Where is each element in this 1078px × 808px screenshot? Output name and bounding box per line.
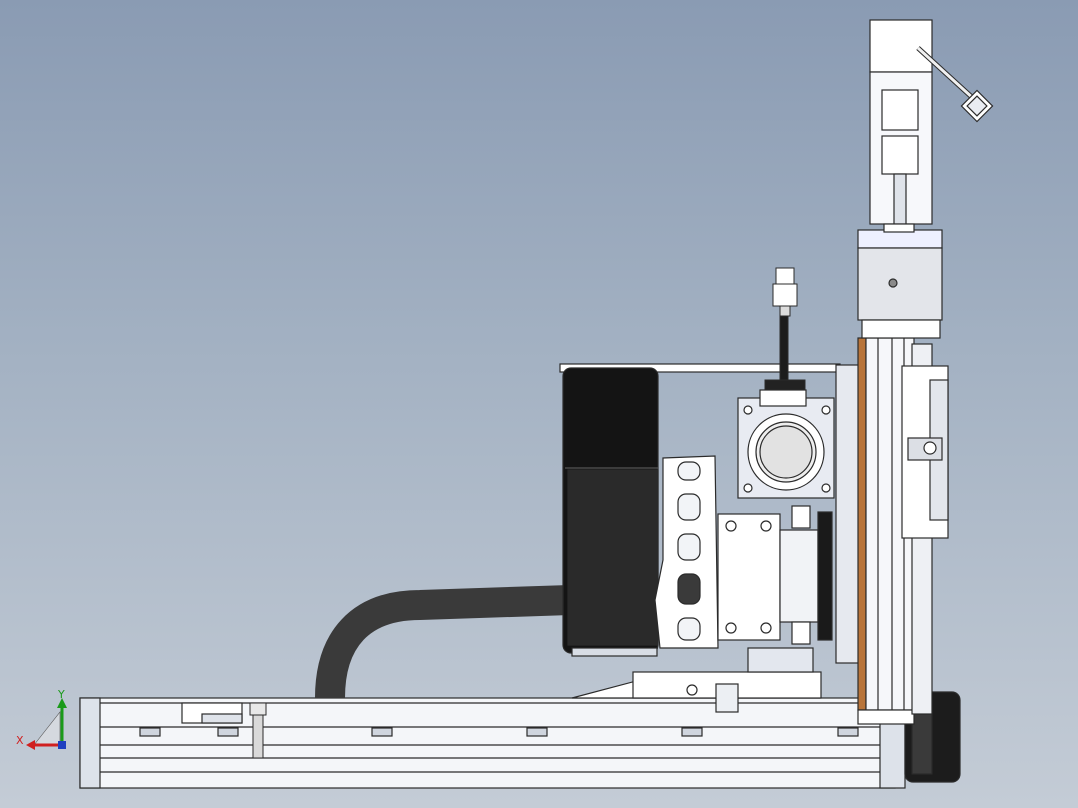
base-rail — [79, 697, 906, 789]
z-axis-marker — [58, 741, 66, 749]
slotted-bracket — [654, 455, 719, 649]
drive-box — [717, 505, 833, 645]
cad-assembly-view: X Y — [16, 19, 994, 789]
cable-loop — [315, 585, 571, 699]
triad-x-label: X — [16, 734, 24, 747]
triad-plane-icon — [33, 711, 61, 746]
triad-y-label: Y — [57, 688, 65, 701]
motor-coupling-block — [857, 229, 943, 339]
servo-motor-round — [737, 389, 835, 499]
back-plate — [835, 364, 861, 664]
coordinate-triad: X Y — [16, 688, 67, 750]
